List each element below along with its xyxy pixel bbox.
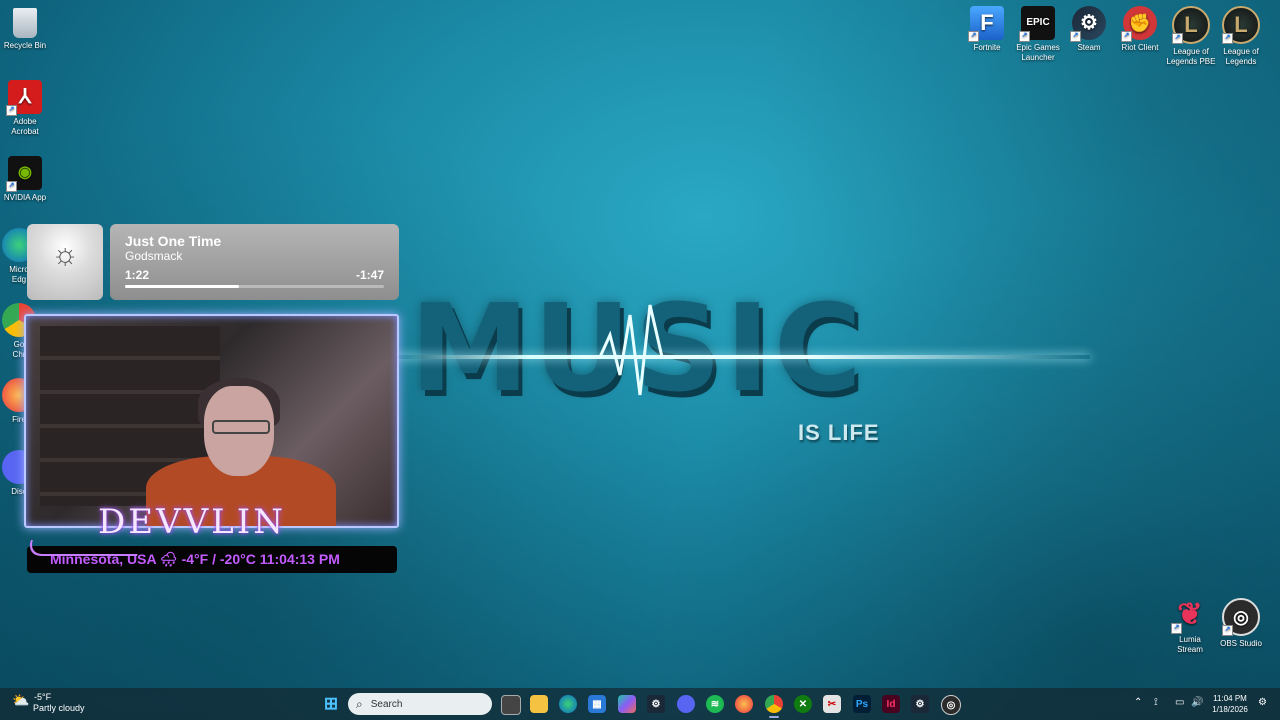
snipping-tool-icon[interactable]: ✂ xyxy=(823,695,841,713)
desktop-icon-epic-games[interactable]: EPIC ↗ Epic Games Launcher xyxy=(1013,6,1063,63)
desktop-icon-recycle-bin[interactable]: Recycle Bin xyxy=(0,8,50,51)
steam-taskbar-icon[interactable]: ⚙ xyxy=(647,695,665,713)
file-explorer-icon[interactable] xyxy=(530,695,548,713)
spotify-icon[interactable]: ≋ xyxy=(706,695,724,713)
indesign-icon[interactable]: Id xyxy=(882,695,900,713)
partly-cloudy-icon: ⛅ xyxy=(12,692,30,708)
desktop-icon-league-pbe[interactable]: L ↗ League of Legends PBE xyxy=(1166,6,1216,67)
desktop-icon-label: League of Legends PBE xyxy=(1166,47,1216,66)
desktop-icon-label: OBS Studio xyxy=(1220,639,1262,648)
notification-bell-icon[interactable]: ⚙ xyxy=(1258,697,1267,708)
desktop-icon-obs[interactable]: ◎ ↗ OBS Studio xyxy=(1216,598,1266,649)
display-icon[interactable]: ▭ xyxy=(1175,697,1184,708)
desktop-icon-steam[interactable]: ⚙ ↗ Steam xyxy=(1064,6,1114,53)
desktop-icon-label: Steam xyxy=(1077,43,1101,52)
network-icon[interactable]: ⟟ xyxy=(1154,697,1158,708)
desktop-icon-league[interactable]: L ↗ League of Legends xyxy=(1216,6,1266,67)
desktop-icon-label: Epic Games Launcher xyxy=(1016,43,1060,62)
recycle-bin-icon xyxy=(13,8,37,38)
lumia-stream-icon: ❦ ↗ xyxy=(1171,598,1207,634)
volume-icon[interactable]: 🔊 xyxy=(1191,697,1203,708)
search-icon: ⌕ xyxy=(356,696,363,711)
desktop-icon-riot-client[interactable]: ✊ ↗ Riot Client xyxy=(1115,6,1165,53)
weather-temp: -5°F xyxy=(34,692,52,702)
weather-widget[interactable]: ⛅ -5°F Partly cloudy xyxy=(12,692,85,714)
task-view-button[interactable] xyxy=(501,695,521,715)
desktop-icon-fortnite[interactable]: F ↗ Fortnite xyxy=(962,6,1012,53)
start-button[interactable]: ⊞ xyxy=(322,694,340,713)
decorative-swirl xyxy=(25,540,143,556)
steam-2-taskbar-icon[interactable]: ⚙ xyxy=(911,695,929,713)
photoshop-icon[interactable]: Ps xyxy=(853,695,871,713)
desktop-icon-label: Adobe Acrobat xyxy=(11,117,39,136)
desktop-icon-nvidia-app[interactable]: ◉ ↗ NVIDIA App xyxy=(0,156,50,203)
track-progress-bar xyxy=(125,285,384,288)
clock-date: 1/18/2026 xyxy=(1212,705,1248,714)
obs-icon: ◎ ↗ xyxy=(1222,598,1260,636)
album-art: ☼ xyxy=(27,224,103,300)
obs-taskbar-icon[interactable]: ◎ xyxy=(941,695,961,715)
league-pbe-icon: L ↗ xyxy=(1172,6,1210,44)
copilot-icon[interactable] xyxy=(618,695,636,713)
wallpaper-art: MUSIC IS LIFE xyxy=(390,270,1110,460)
search-placeholder: Search xyxy=(370,698,403,710)
desktop-icon-adobe-acrobat[interactable]: ⅄ ↗ Adobe Acrobat xyxy=(0,80,50,137)
acrobat-icon: ⅄ ↗ xyxy=(6,80,42,116)
xbox-icon[interactable]: ✕ xyxy=(794,695,812,713)
edge-taskbar-icon[interactable] xyxy=(559,695,577,713)
store-icon[interactable]: ▦ xyxy=(588,695,606,713)
nvidia-icon: ◉ ↗ xyxy=(6,156,42,192)
desktop-icon-label: Recycle Bin xyxy=(3,41,47,50)
riot-icon: ✊ ↗ xyxy=(1121,6,1157,42)
taskbar-clock[interactable]: 11:04 PM 1/18/2026 xyxy=(1206,693,1254,715)
track-elapsed: 1:22 xyxy=(125,268,150,282)
discord-taskbar-icon[interactable] xyxy=(677,695,695,713)
glasses xyxy=(212,420,270,434)
chrome-taskbar-icon[interactable] xyxy=(765,695,783,713)
chevron-up-icon[interactable]: ⌃ xyxy=(1134,697,1142,708)
track-title: Just One Time xyxy=(125,233,222,249)
desktop-icon-label: League of Legends xyxy=(1223,47,1259,66)
firefox-taskbar-icon[interactable] xyxy=(735,695,753,713)
heartbeat-spike xyxy=(580,304,700,396)
desktop-icon-label: Lumia Stream xyxy=(1177,635,1203,654)
desktop-icon-label: Fortnite xyxy=(973,43,1001,52)
fortnite-icon: F ↗ xyxy=(968,6,1004,42)
heartbeat-line xyxy=(390,355,1090,359)
desktop-icon-label: Riot Client xyxy=(1121,43,1159,52)
track-progress-fill xyxy=(125,285,239,288)
steam-icon: ⚙ ↗ xyxy=(1070,6,1106,42)
track-remaining: -1:47 xyxy=(355,268,384,282)
clock-time: 11:04 PM xyxy=(1213,694,1247,703)
weather-desc: Partly cloudy xyxy=(33,703,85,713)
webcam-feed xyxy=(24,314,399,528)
taskbar: ⛅ -5°F Partly cloudy ⊞ ⌕ Search ▦ ⚙ ≋ ✕ … xyxy=(0,688,1280,720)
now-playing-widget[interactable]: Just One Time Godsmack 1:22 -1:47 xyxy=(110,224,399,300)
desktop-icon-label: NVIDIA App xyxy=(3,193,47,202)
desktop-icon-lumia-stream[interactable]: ❦ ↗ Lumia Stream xyxy=(1165,598,1215,655)
search-box[interactable]: ⌕ Search xyxy=(348,693,492,715)
track-artist: Godsmack xyxy=(125,249,183,263)
league-icon: L ↗ xyxy=(1222,6,1260,44)
epic-games-icon: EPIC ↗ xyxy=(1019,6,1055,42)
wallpaper-sub-word: IS LIFE xyxy=(798,420,880,445)
godsmack-sun-icon: ☼ xyxy=(51,238,79,271)
active-app-indicator xyxy=(769,716,779,718)
streamer-name: DEVVLIN xyxy=(98,502,286,542)
